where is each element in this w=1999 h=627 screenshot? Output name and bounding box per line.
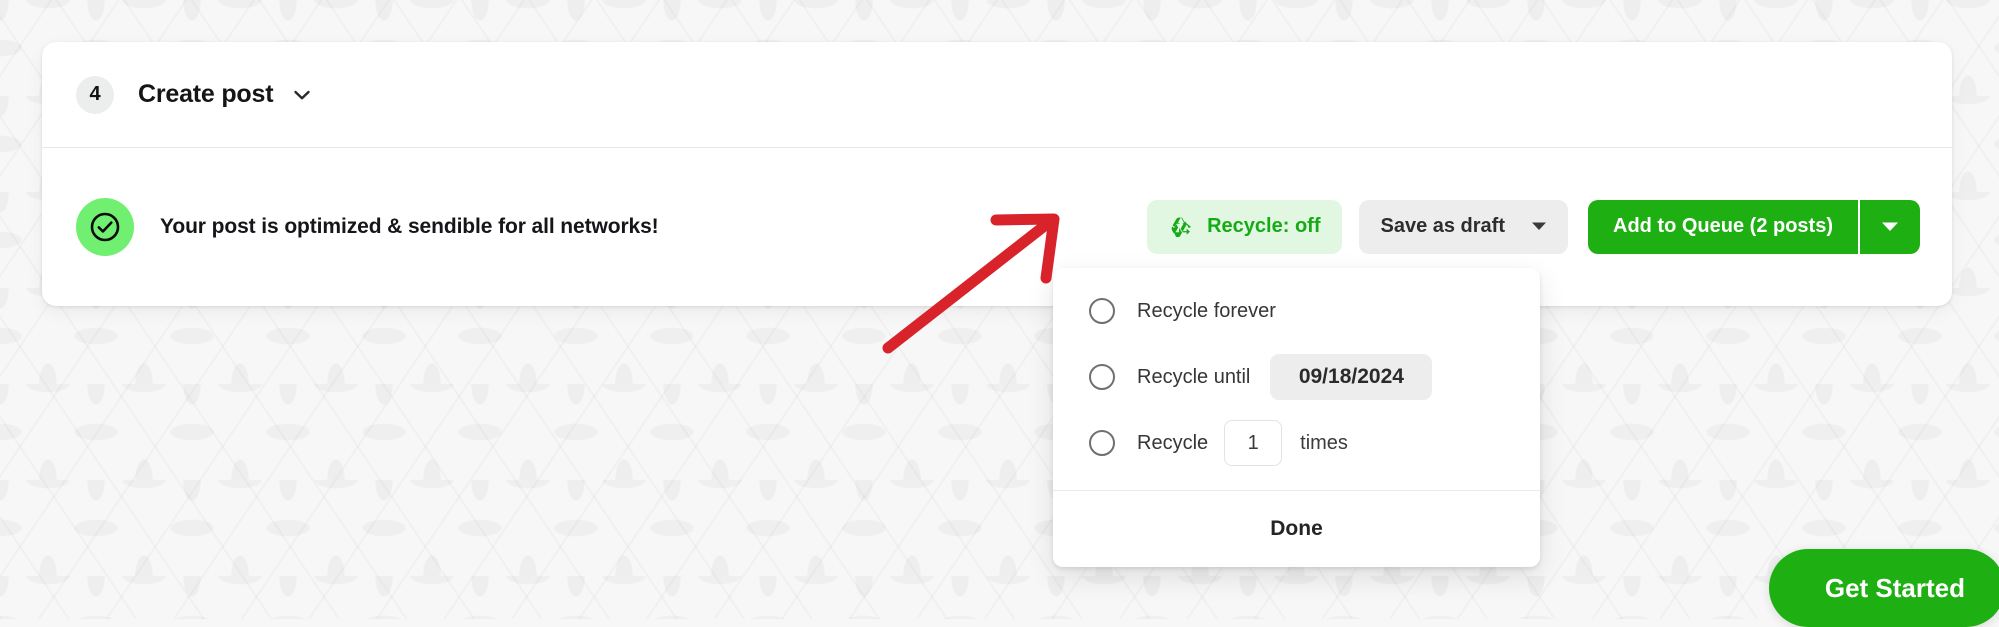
caret-down-icon (1531, 221, 1547, 232)
recycle-button-label: Recycle: off (1207, 215, 1321, 237)
done-label: Done (1270, 517, 1323, 540)
status-message: Your post is optimized & sendible for al… (76, 197, 1147, 256)
card-body: Your post is optimized & sendible for al… (42, 148, 1952, 305)
step-number-badge: 4 (76, 75, 114, 114)
add-to-queue-group: Add to Queue (2 posts) (1588, 199, 1920, 254)
recycle-until-label: Recycle until (1137, 365, 1251, 388)
recycle-done-button[interactable]: Done (1053, 490, 1540, 567)
add-to-queue-button[interactable]: Add to Queue (2 posts) (1588, 199, 1858, 254)
get-started-button[interactable]: Get Started (1768, 549, 1999, 627)
add-to-queue-caret-button[interactable] (1858, 199, 1920, 254)
add-to-queue-label: Add to Queue (2 posts) (1613, 215, 1833, 237)
check-circle-icon (90, 212, 120, 241)
recycle-times-option[interactable]: Recycle times (1053, 410, 1540, 476)
save-as-draft-label: Save as draft (1380, 215, 1505, 237)
recycle-forever-option[interactable]: Recycle forever (1053, 278, 1540, 344)
recycle-options-dropdown: Recycle forever Recycle until 09/18/2024… (1053, 268, 1540, 567)
radio-unchecked-icon[interactable] (1089, 298, 1115, 324)
radio-unchecked-icon[interactable] (1089, 364, 1115, 390)
recycle-button[interactable]: Recycle: off (1147, 199, 1343, 254)
radio-unchecked-icon[interactable] (1089, 430, 1115, 456)
page-title: Create post (138, 80, 274, 108)
caret-down-icon (1881, 221, 1899, 233)
recycle-times-input[interactable] (1224, 420, 1283, 466)
action-buttons: Recycle: off Save as draft Add to Queue … (1147, 199, 1920, 254)
recycle-until-date-field[interactable]: 09/18/2024 (1270, 354, 1433, 400)
create-post-card: 4 Create post Your post is optimized & s… (42, 42, 1952, 306)
recycle-until-option[interactable]: Recycle until 09/18/2024 (1053, 344, 1540, 410)
recycle-options-list: Recycle forever Recycle until 09/18/2024… (1053, 268, 1540, 490)
status-badge (76, 197, 134, 256)
recycle-icon (1169, 214, 1194, 239)
save-as-draft-button[interactable]: Save as draft (1359, 199, 1568, 254)
get-started-label: Get Started (1824, 572, 1965, 603)
recycle-times-suffix: times (1300, 431, 1348, 454)
recycle-times-label: Recycle (1137, 431, 1209, 454)
status-text: Your post is optimized & sendible for al… (160, 214, 659, 238)
card-header: 4 Create post (42, 42, 1952, 148)
chevron-down-icon[interactable] (291, 84, 313, 106)
recycle-forever-label: Recycle forever (1137, 299, 1276, 322)
